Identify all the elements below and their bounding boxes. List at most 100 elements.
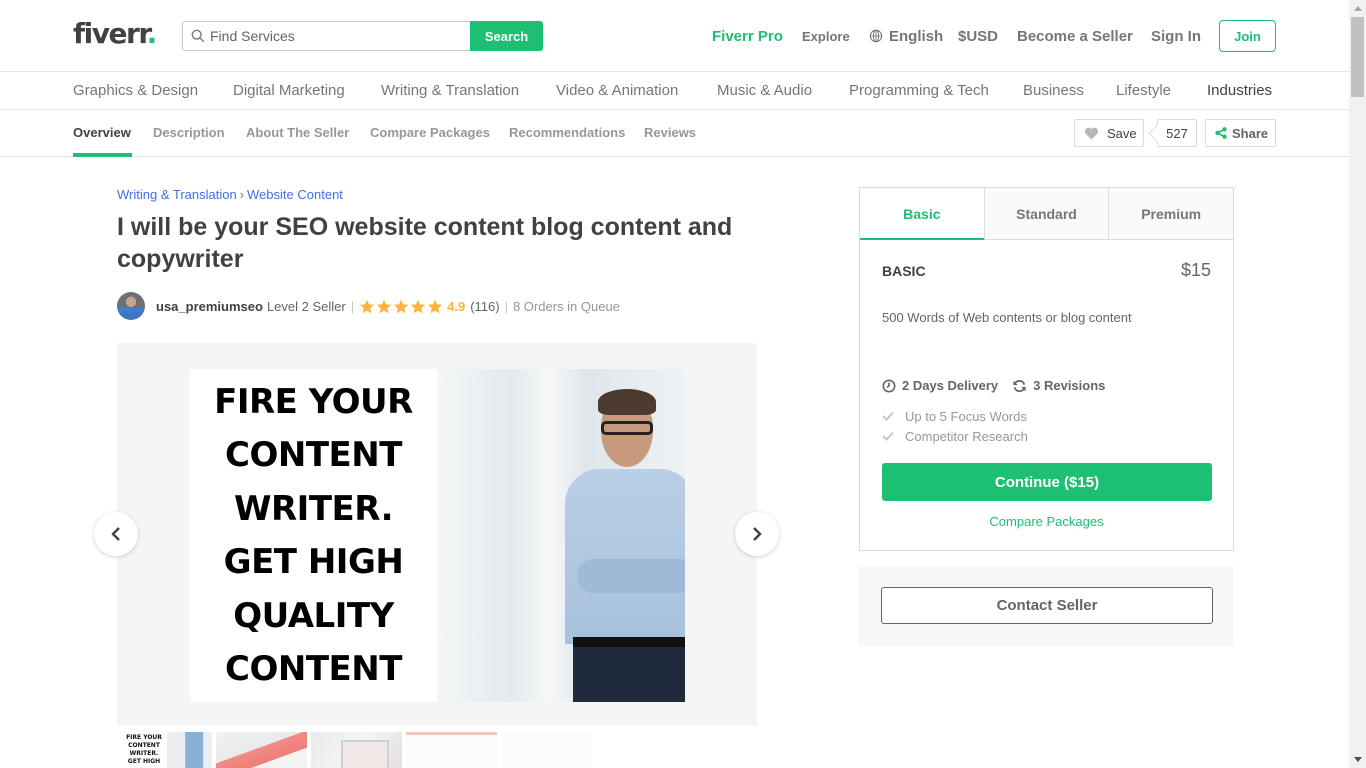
triangle-down-icon [1353,757,1362,762]
save-label: Save [1107,125,1137,141]
breadcrumb-writing-translation[interactable]: Writing & Translation [117,187,237,202]
tab-recommendations[interactable]: Recommendations [509,125,625,140]
become-seller-link[interactable]: Become a Seller [1017,28,1133,45]
tab-about-seller[interactable]: About The Seller [246,125,349,140]
scroll-down-button[interactable] [1349,751,1366,768]
package-features: Up to 5 Focus Words Competitor Research [882,406,1028,446]
sign-in-link[interactable]: Sign In [1151,28,1201,45]
star-icon [427,299,443,313]
currency-link[interactable]: $USD [958,28,998,45]
gig-section-nav: Overview Description About The Seller Co… [0,110,1349,157]
nav-explore[interactable]: Explore [802,20,850,52]
thumbnail[interactable] [311,732,402,768]
thumbnail-text-line: FIRE YOUR [126,734,162,741]
nav-fiverr-pro[interactable]: Fiverr Pro [712,20,783,52]
gallery-next-button[interactable] [735,512,779,556]
search-button[interactable]: Search [470,21,543,51]
person-shirt [565,469,685,644]
rating-count[interactable]: (116) [470,299,499,314]
category-video-animation[interactable]: Video & Animation [556,82,678,99]
search-input[interactable] [210,28,450,44]
star-icon [359,299,375,313]
save-button[interactable]: Save [1074,119,1144,147]
page-scrollbar[interactable] [1349,0,1366,768]
heart-icon [1084,127,1099,140]
language-link[interactable]: English [889,28,943,45]
thumbnail[interactable] [406,732,497,768]
save-count: 527 [1157,119,1197,147]
gallery-prev-button[interactable] [94,512,138,556]
gallery-slide[interactable]: FIRE YOUR CONTENT WRITER. GET HIGH QUALI… [190,369,685,702]
orders-in-queue: 8 Orders in Queue [512,298,620,314]
nav-sign-in[interactable]: Sign In [1151,20,1201,52]
join-button[interactable]: Join [1219,20,1276,52]
thumbnail[interactable] [216,732,307,768]
chevron-left-icon [111,527,120,541]
search-field[interactable] [182,21,470,51]
slide-headline: FIRE YOUR CONTENT WRITER. GET HIGH QUALI… [190,369,437,702]
tab-compare-packages[interactable]: Compare Packages [370,125,490,140]
chevron-right-icon [753,527,762,541]
seller-avatar[interactable] [117,292,145,320]
logo-dot: . [146,17,158,50]
contact-seller-button[interactable]: Contact Seller [881,587,1213,624]
scroll-up-button[interactable] [1349,0,1366,17]
thumbnail-text-line: WRITER. [129,750,159,757]
seller-username[interactable]: usa_premiumseo [156,299,263,314]
category-programming-tech[interactable]: Programming & Tech [849,82,989,99]
revisions-label: 3 Revisions [1033,378,1106,393]
scrollbar-thumb[interactable] [1351,17,1364,97]
save-count-value: 527 [1166,125,1188,141]
category-business[interactable]: Business [1023,82,1084,99]
contact-seller-panel: Contact Seller [859,566,1234,646]
search-icon [191,29,205,43]
package-tab-premium[interactable]: Premium [1108,188,1234,239]
nav-language[interactable]: English [869,20,943,52]
fiverr-pro-link[interactable]: Fiverr Pro [712,28,783,45]
logo-text: fiverr [73,17,148,50]
fiverr-logo[interactable]: fiverr. [73,17,158,50]
tab-description[interactable]: Description [153,125,225,140]
share-button[interactable]: Share [1205,119,1276,147]
triangle-up-icon [1353,6,1362,11]
feature-item: Competitor Research [882,426,1028,446]
category-writing-translation[interactable]: Writing & Translation [381,82,519,99]
person-hair [598,389,656,415]
tab-reviews[interactable]: Reviews [644,125,696,140]
slide-line: GET HIGH [223,542,404,583]
star-icon [393,299,409,313]
thumbnail[interactable] [501,732,592,768]
category-nav: Graphics & Design Digital Marketing Writ… [0,72,1349,110]
category-music-audio[interactable]: Music & Audio [717,82,812,99]
feature-label: Competitor Research [905,428,1028,444]
package-tab-standard[interactable]: Standard [983,188,1109,239]
rating-score: 4.9 [447,298,466,314]
compare-packages-link[interactable]: Compare Packages [860,514,1233,529]
thumbnail-text: FIRE YOUR CONTENT WRITER. GET HIGH [121,732,167,768]
person-glasses [601,421,653,435]
slide-line: FIRE YOUR [214,381,413,422]
thumbnail[interactable]: FIRE YOUR CONTENT WRITER. GET HIGH [121,732,212,768]
category-lifestyle[interactable]: Lifestyle [1116,82,1171,99]
category-digital-marketing[interactable]: Digital Marketing [233,82,345,99]
slide-line: CONTENT [225,649,402,690]
tab-overview[interactable]: Overview [73,125,131,140]
package-tab-basic[interactable]: Basic [860,188,984,240]
seller-overview: usa_premiumseo Level 2 Seller | 4.9 (116… [117,292,620,320]
nav-currency[interactable]: $USD [958,20,998,52]
category-graphics-design[interactable]: Graphics & Design [73,82,198,99]
explore-link[interactable]: Explore [802,29,850,44]
revisions: 3 Revisions [1012,378,1105,393]
breadcrumb-website-content[interactable]: Website Content [247,187,343,202]
nav-become-seller[interactable]: Become a Seller [1017,20,1133,52]
category-industries[interactable]: Industries [1207,82,1272,99]
clock-icon [882,379,896,392]
slide-line: WRITER. [234,488,393,529]
star-rating [359,299,443,314]
continue-button[interactable]: Continue ($15) [882,463,1212,501]
package-name: BASIC [882,262,926,279]
package-description: 500 Words of Web contents or blog conten… [882,310,1132,325]
package-card: Basic Standard Premium BASIC $15 500 Wor… [859,187,1234,551]
breadcrumb: Writing & Translation › Website Content [117,187,343,202]
gallery-thumbnails: FIRE YOUR CONTENT WRITER. GET HIGH [121,732,592,768]
